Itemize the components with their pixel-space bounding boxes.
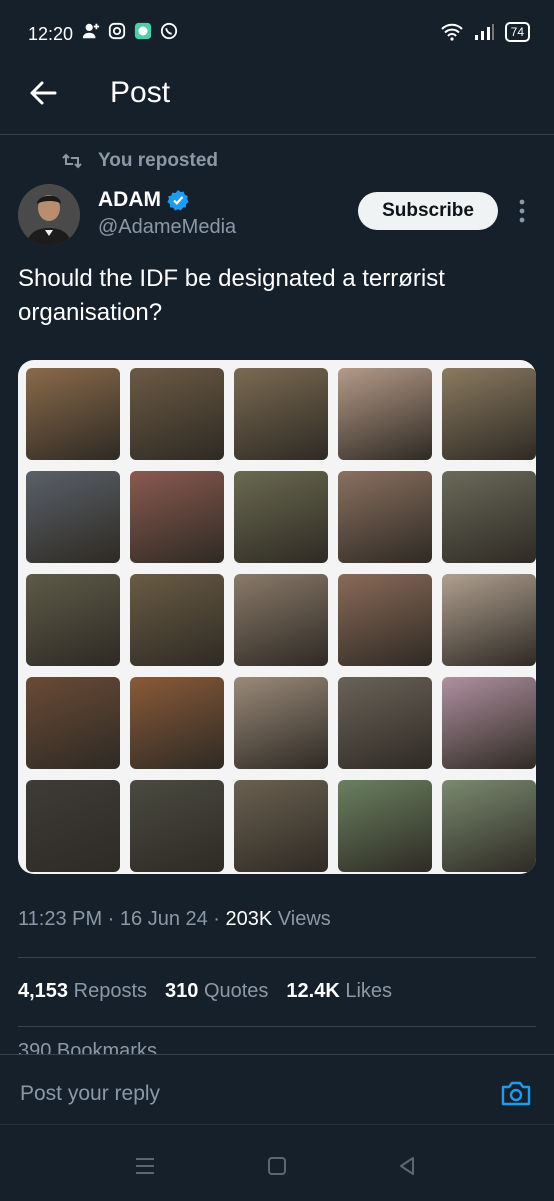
collage-photo-thumbnail (26, 677, 120, 769)
engagement-stats: 4,153 Reposts 310 Quotes 12.4K Likes (18, 980, 392, 1003)
views-label: Views (272, 908, 331, 930)
quotes-stat[interactable]: 310 Quotes (165, 980, 268, 1003)
collage-photo-thumbnail (130, 780, 224, 872)
top-app-bar: Post (0, 62, 554, 135)
post-timestamp: 11:23 PM · 16 Jun 24 · (18, 908, 226, 930)
home-icon[interactable] (266, 1155, 288, 1177)
back-nav-icon[interactable] (396, 1155, 418, 1177)
collage-photo-thumbnail (338, 574, 432, 666)
status-time: 12:20 (28, 24, 74, 44)
notification-icons (82, 22, 178, 40)
likes-count: 12.4K (286, 980, 340, 1002)
collage-photo-thumbnail (130, 368, 224, 460)
bookmarks-stat[interactable]: 390 Bookmarks (18, 1040, 157, 1054)
repost-icon (62, 153, 82, 169)
messenger-icon (134, 22, 152, 40)
collage-photo-thumbnail (234, 574, 328, 666)
collage-photo-thumbnail (130, 574, 224, 666)
collage-photo-thumbnail (234, 471, 328, 563)
post-media-image[interactable] (18, 360, 536, 874)
quotes-label: Quotes (203, 980, 269, 1002)
status-bar: 12:20 74 (0, 0, 554, 62)
repost-indicator: You reposted (62, 150, 218, 172)
collage-photo-thumbnail (130, 677, 224, 769)
battery-icon: 74 (504, 22, 530, 42)
collage-photo-thumbnail (442, 471, 536, 563)
collage-photo-thumbnail (442, 780, 536, 872)
reply-input[interactable] (18, 1081, 462, 1107)
verified-badge-icon (167, 190, 189, 211)
collage-photo-thumbnail (338, 780, 432, 872)
collage-photo-thumbnail (234, 780, 328, 872)
collage-photo-thumbnail (26, 780, 120, 872)
photo-collage-grid (26, 368, 536, 872)
post-text: Should the IDF be designated a terrørist… (18, 265, 445, 326)
reply-composer-bar (0, 1054, 554, 1125)
camera-icon[interactable] (500, 1079, 532, 1107)
collage-photo-thumbnail (26, 368, 120, 460)
repost-label: You reposted (98, 150, 218, 171)
page-title: Post (110, 76, 171, 109)
reposts-stat[interactable]: 4,153 Reposts (18, 980, 147, 1003)
divider (18, 1026, 536, 1027)
author-name-row: ADAM (98, 188, 189, 212)
collage-photo-thumbnail (234, 368, 328, 460)
collage-photo-thumbnail (338, 677, 432, 769)
quotes-count: 310 (165, 980, 199, 1002)
reposts-label: Reposts (73, 980, 147, 1002)
likes-label: Likes (345, 980, 393, 1002)
post-timestamp-views: 11:23 PM · 16 Jun 24 · 203K Views (18, 908, 331, 931)
likes-stat[interactable]: 12.4K Likes (286, 980, 392, 1003)
author-handle[interactable]: @AdameMedia (98, 216, 236, 239)
views-count: 203K (225, 908, 273, 930)
instagram-icon (108, 22, 126, 40)
person-add-icon (82, 23, 100, 39)
whatsapp-icon (160, 22, 178, 40)
system-icons: 74 (440, 22, 530, 42)
recent-apps-icon[interactable] (134, 1155, 156, 1177)
reposts-count: 4,153 (18, 980, 69, 1002)
author-name[interactable]: ADAM (98, 188, 161, 212)
collage-photo-thumbnail (442, 574, 536, 666)
signal-icon (474, 24, 494, 40)
divider (18, 957, 536, 958)
more-options-icon[interactable] (516, 198, 528, 224)
subscribe-button[interactable]: Subscribe (358, 192, 498, 230)
collage-photo-thumbnail (26, 471, 120, 563)
collage-photo-thumbnail (338, 368, 432, 460)
avatar[interactable] (18, 184, 80, 246)
system-navigation-bar (0, 1124, 554, 1201)
collage-photo-thumbnail (26, 574, 120, 666)
collage-photo-thumbnail (338, 471, 432, 563)
collage-photo-thumbnail (442, 677, 536, 769)
arrow-left-icon[interactable] (28, 78, 58, 108)
avatar-image (18, 184, 80, 246)
wifi-icon (440, 23, 463, 41)
collage-photo-thumbnail (234, 677, 328, 769)
collage-photo-thumbnail (442, 368, 536, 460)
collage-photo-thumbnail (130, 471, 224, 563)
